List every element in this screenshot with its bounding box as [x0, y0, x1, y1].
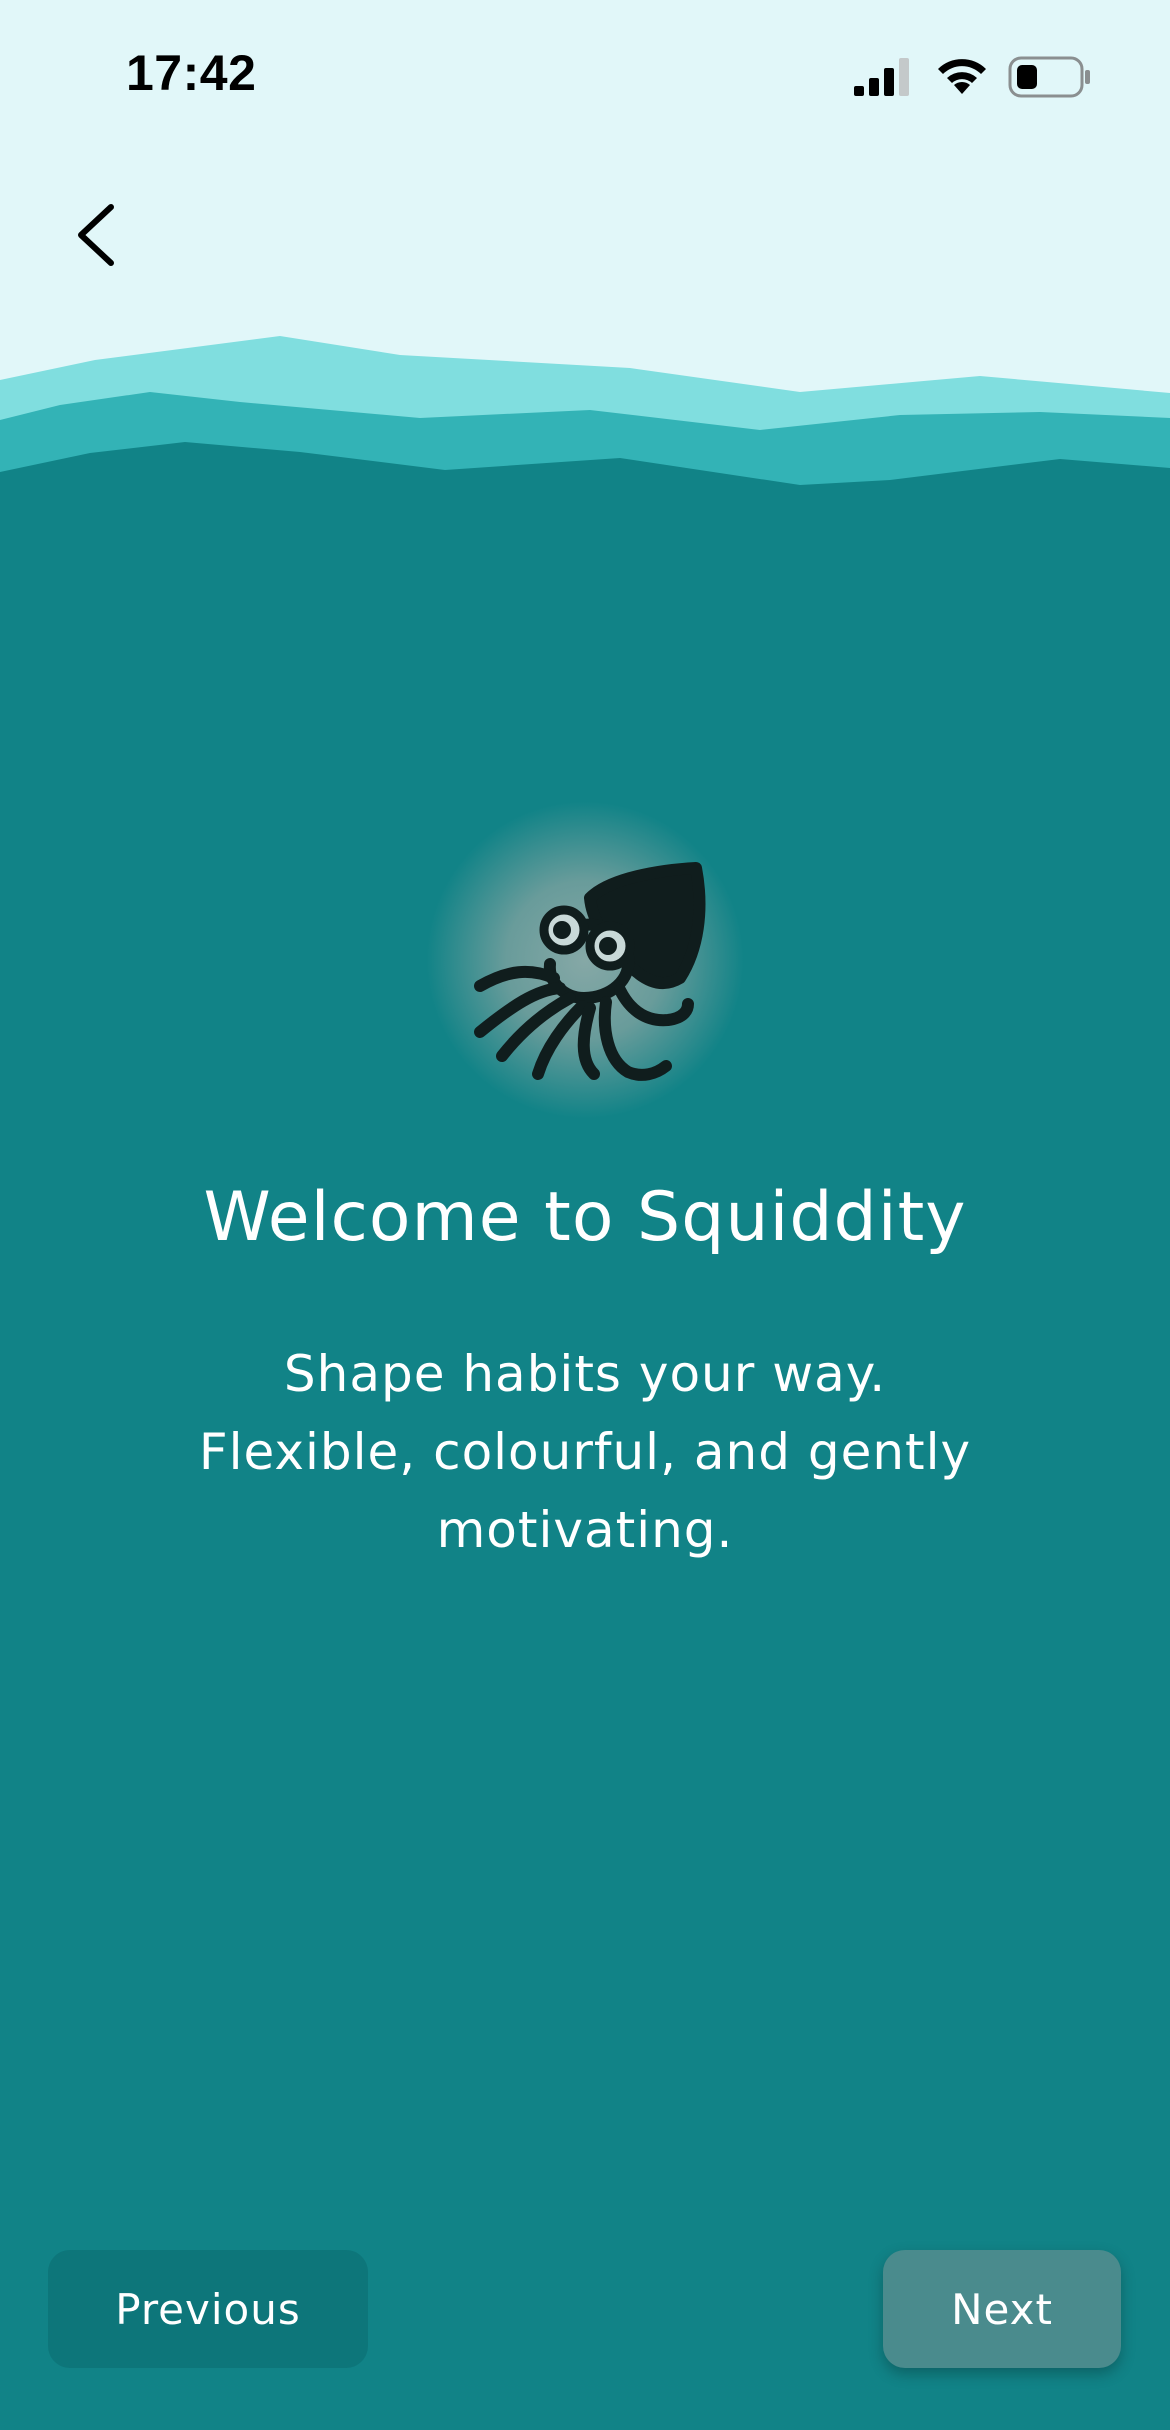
battery-icon: [1008, 56, 1090, 98]
wifi-icon: [938, 59, 986, 94]
next-button-label: Next: [951, 2284, 1053, 2334]
welcome-subtitle: Shape habits your way. Flexible, colourf…: [198, 1345, 972, 1559]
chevron-left-icon: [78, 204, 114, 266]
previous-button[interactable]: Previous: [48, 2250, 368, 2368]
back-button[interactable]: [50, 190, 140, 280]
signal-icon: [854, 58, 909, 96]
squid-icon: [474, 862, 706, 1081]
welcome-title: Welcome to Squiddity: [203, 1178, 967, 1257]
previous-button-label: Previous: [115, 2284, 301, 2334]
status-time: 17:42: [126, 45, 257, 101]
status-bar: 17:42: [0, 0, 1170, 150]
onboarding-screen: 17:42 Welcome to Squiddity Shape habits …: [0, 0, 1170, 2430]
next-button[interactable]: Next: [883, 2250, 1121, 2368]
